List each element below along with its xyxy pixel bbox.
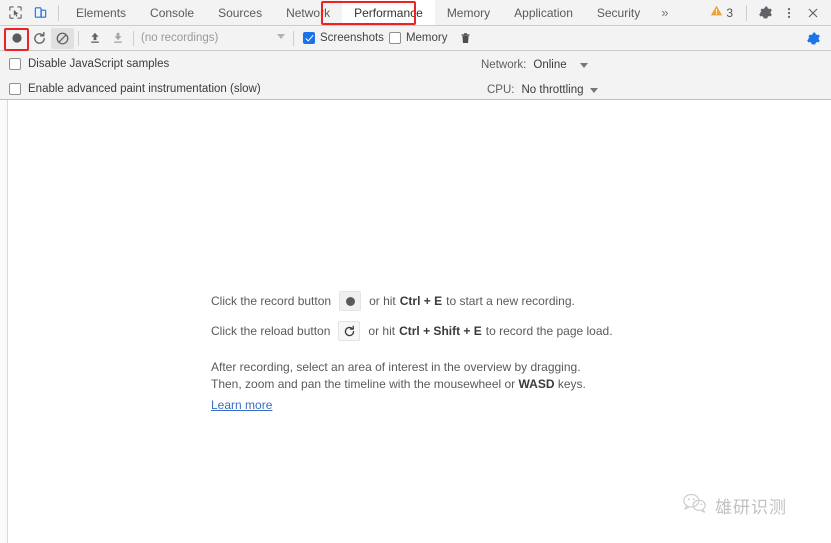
tab-label: Elements [76,5,127,20]
devtools-window: Elements Console Sources Network Perform… [0,0,831,543]
tabbar-left-icons [0,0,53,25]
checkbox-label: Enable advanced paint instrumentation (s… [28,83,261,95]
landing-record-suffix: to start a new recording. [446,294,575,308]
reload-icon [344,325,355,336]
learn-more-link[interactable]: Learn more [211,397,272,414]
chevron-down-icon [589,87,598,93]
tab-security[interactable]: Security [585,0,652,25]
landing-reload-hint: Click the reload button or hit Ctrl + Sh… [211,316,641,346]
tab-label: Sources [218,5,263,20]
save-profile-icon[interactable] [106,28,129,49]
checkbox-box [9,58,21,70]
network-throttling-select[interactable]: Network: Online [481,56,588,74]
tab-application[interactable]: Application [502,0,585,25]
record-dot-icon [345,296,355,306]
inline-reload-button[interactable] [338,321,361,341]
load-profile-icon[interactable] [83,28,106,49]
landing-reload-mid: or hit [368,324,396,338]
landing-wasd-shortcut: WASD [518,377,555,391]
chevron-down-icon [277,34,285,39]
network-throttling-label: Network: [481,59,527,71]
inline-record-button[interactable] [339,291,362,311]
landing-description-line1: After recording, select an area of inter… [211,360,581,374]
tab-performance[interactable]: Performance [342,0,435,25]
disable-js-samples-checkbox[interactable]: Disable JavaScript samples [9,55,169,73]
capture-settings-gear-icon[interactable] [802,28,825,49]
performance-toolbar: (no recordings) Screenshots Memory [0,26,831,51]
more-options-kebab-icon[interactable] [778,2,800,24]
warning-triangle-icon [710,4,723,22]
landing-record-shortcut: Ctrl + E [399,294,443,308]
toolbar-right [802,28,831,49]
toolbar-divider [78,30,79,46]
clear-recording-button[interactable] [51,27,74,49]
checkbox-box [9,83,21,95]
checkbox-box [303,32,315,44]
record-button[interactable] [5,28,28,49]
screenshots-checkbox[interactable]: Screenshots [303,32,384,44]
landing-description: After recording, select an area of inter… [211,359,641,414]
landing-record-hint: Click the record button or hit Ctrl + E … [211,286,641,316]
performance-landing-page: Click the record button or hit Ctrl + E … [211,286,641,414]
tab-memory[interactable]: Memory [435,0,502,25]
tabbar-divider [58,4,59,21]
warning-count: 3 [726,5,733,20]
tab-label: Performance [354,5,423,20]
landing-description-line2-prefix: Then, zoom and pan the timeline with the… [211,377,516,391]
tab-overflow-label: » [661,5,669,20]
network-throttling-value: Online [533,59,567,71]
checkbox-label: Memory [405,32,448,44]
cpu-throttling-label: CPU: [487,84,515,96]
tab-elements[interactable]: Elements [64,0,138,25]
reload-and-record-button[interactable] [28,28,51,49]
warning-count-badge[interactable]: 3 [708,4,739,22]
tab-label: Network [286,5,331,20]
device-toolbar-icon[interactable] [31,4,49,22]
tab-overflow-more-icon[interactable]: » [652,0,677,25]
inspect-element-icon[interactable] [6,4,24,22]
devtools-tabs: Elements Console Sources Network Perform… [64,0,677,25]
memory-checkbox[interactable]: Memory [388,32,448,44]
checkbox-label: Disable JavaScript samples [28,58,170,70]
devtools-tabbar: Elements Console Sources Network Perform… [0,0,831,26]
tab-label: Console [150,5,195,20]
cpu-throttling-value: No throttling [521,84,584,96]
landing-description-line2: Then, zoom and pan the timeline with the… [211,376,641,393]
tab-network[interactable]: Network [274,0,342,25]
recordings-value: (no recordings) [141,32,219,44]
tab-sources[interactable]: Sources [206,0,274,25]
chevron-down-icon [579,62,588,68]
landing-reload-shortcut: Ctrl + Shift + E [399,324,482,338]
advanced-paint-instrumentation-checkbox[interactable]: Enable advanced paint instrumentation (s… [9,80,261,98]
toolbar-divider-3 [293,30,294,46]
toolbar-divider-2 [133,30,134,46]
trash-icon[interactable] [454,28,477,49]
landing-description-line2-suffix: keys. [557,377,586,391]
tab-label: Security [596,5,641,20]
tab-label: Memory [446,5,491,20]
close-panel-icon[interactable] [802,2,824,24]
tabbar-right-controls: 3 [708,0,831,25]
checkbox-label: Screenshots [320,32,384,44]
checkbox-box [388,32,401,44]
tab-console[interactable]: Console [138,0,206,25]
landing-record-prefix: Click the record button [211,294,332,308]
tabbar-right-divider [746,4,747,21]
recordings-dropdown[interactable]: (no recordings) [141,28,289,48]
landing-reload-suffix: to record the page load. [485,324,613,338]
cpu-throttling-select[interactable]: CPU: No throttling [487,81,598,99]
landing-reload-prefix: Click the reload button [211,324,331,338]
landing-record-mid: or hit [369,294,396,308]
settings-gear-icon[interactable] [754,2,776,24]
tab-label: Application [514,5,573,20]
